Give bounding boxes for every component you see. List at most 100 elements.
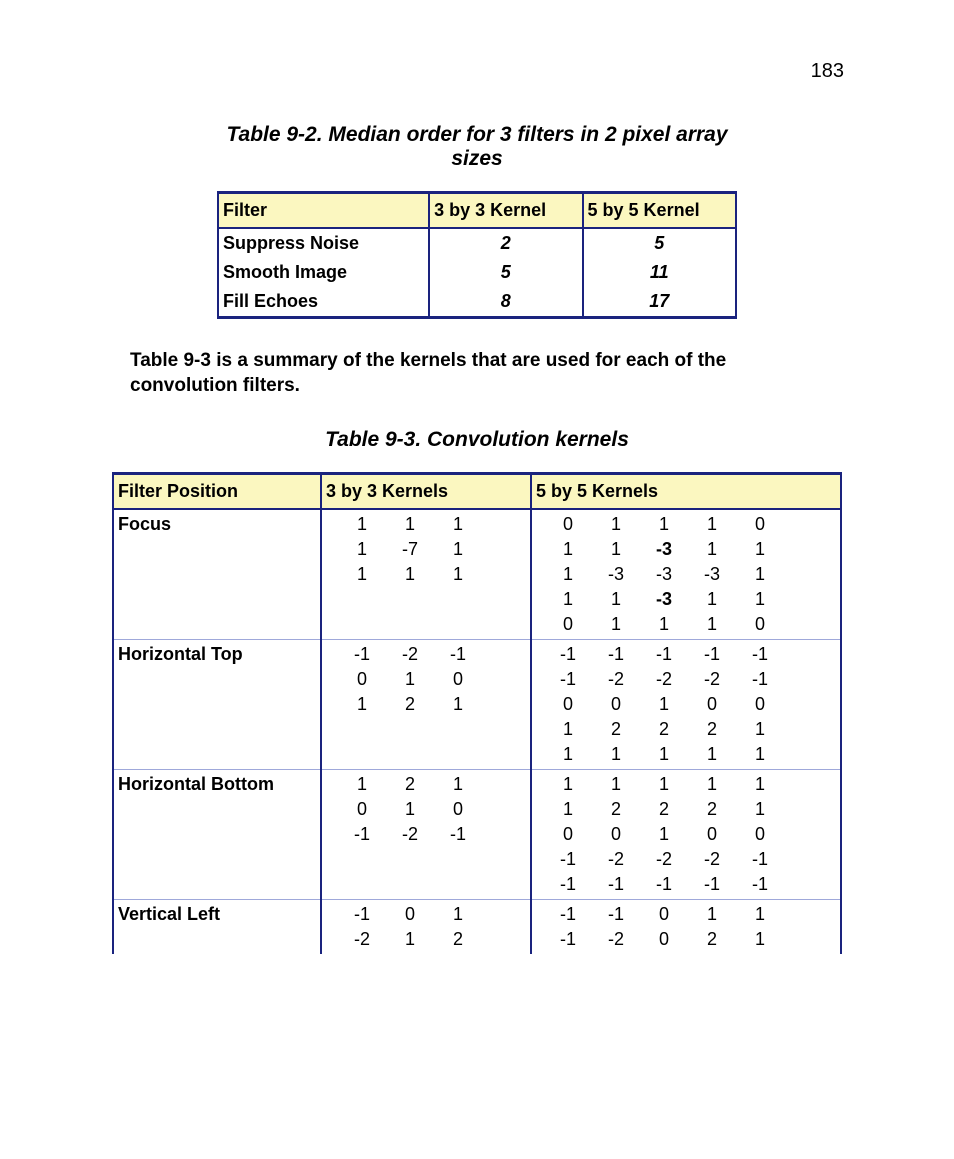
kernel-value: 0 [640, 904, 688, 925]
kernel-value: 1 [592, 589, 640, 610]
kernel-value: -1 [434, 644, 482, 665]
kernel-value: 1 [640, 824, 688, 845]
kernel-value: -2 [386, 824, 434, 845]
kernel-value: -3 [592, 564, 640, 585]
table-row: Horizontal Bottom121010-1-2-111111122210… [113, 770, 841, 900]
kernel-value: -1 [736, 644, 784, 665]
kernel-value: -1 [544, 669, 592, 690]
t93-filter-position: Vertical Left [113, 900, 321, 955]
kernel-value: 1 [640, 744, 688, 765]
kernel-value: 0 [592, 694, 640, 715]
table-row: Horizontal Top-1-2-1010121-1-1-1-1-1-1-2… [113, 640, 841, 770]
kernel-value: 1 [736, 929, 784, 950]
kernel-value: 1 [688, 744, 736, 765]
kernel-value: -1 [338, 904, 386, 925]
kernel-value: 1 [544, 589, 592, 610]
kernel-value: -2 [338, 929, 386, 950]
kernel-value: 2 [688, 929, 736, 950]
kernel-value: 0 [592, 824, 640, 845]
kernel-value: 1 [386, 669, 434, 690]
table-93: Filter Position 3 by 3 Kernels 5 by 5 Ke… [112, 472, 842, 954]
t92-row-label: Smooth Image [218, 258, 429, 287]
kernel-value: -2 [592, 849, 640, 870]
t93-header-filter-position: Filter Position [113, 474, 321, 510]
table-row: Vertical Left-101-212-1-1011-1-2021 [113, 900, 841, 955]
kernel-value: 1 [386, 564, 434, 585]
t92-value-3x3: 2 [429, 228, 582, 258]
kernel-value: 1 [688, 514, 736, 535]
kernel-value: 0 [688, 694, 736, 715]
kernel-value: 1 [544, 719, 592, 740]
t92-header-3x3: 3 by 3 Kernel [429, 193, 582, 229]
table-92-caption: Table 9-2. Median order for 3 filters in… [217, 123, 737, 171]
t93-kernel-5x5: 111111222100100-1-2-2-2-1-1-1-1-1-1 [531, 770, 841, 900]
t92-row-label: Suppress Noise [218, 228, 429, 258]
table-row: Focus1111-711110111011-3111-3-3-3111-311… [113, 509, 841, 640]
kernel-value: 0 [338, 669, 386, 690]
kernel-value: -1 [736, 849, 784, 870]
kernel-value: 1 [640, 774, 688, 795]
kernel-value: -1 [736, 874, 784, 895]
kernel-value: 1 [736, 589, 784, 610]
t92-value-5x5: 17 [583, 287, 736, 318]
kernel-value: 2 [592, 799, 640, 820]
kernel-value: 2 [386, 774, 434, 795]
kernel-value: 0 [736, 514, 784, 535]
kernel-value: 1 [736, 904, 784, 925]
kernel-value: 1 [544, 799, 592, 820]
table-93-caption: Table 9-3. Convolution kernels [110, 428, 844, 452]
kernel-value: 1 [338, 539, 386, 560]
kernel-value: 0 [434, 799, 482, 820]
kernel-value: 1 [592, 514, 640, 535]
t92-value-5x5: 5 [583, 228, 736, 258]
t93-kernel-5x5: -1-1011-1-2021 [531, 900, 841, 955]
kernel-value: -2 [688, 849, 736, 870]
kernel-value: -1 [640, 874, 688, 895]
t93-filter-position: Horizontal Bottom [113, 770, 321, 900]
kernel-value: 1 [592, 774, 640, 795]
kernel-value: 1 [338, 774, 386, 795]
kernel-value: 1 [592, 614, 640, 635]
kernel-value: -1 [544, 849, 592, 870]
kernel-value: 2 [592, 719, 640, 740]
kernel-value: 1 [736, 719, 784, 740]
kernel-value: 1 [640, 694, 688, 715]
kernel-value: 1 [338, 564, 386, 585]
kernel-value: -3 [640, 589, 688, 610]
t92-value-3x3: 5 [429, 258, 582, 287]
kernel-value: 1 [688, 904, 736, 925]
kernel-value: 2 [640, 719, 688, 740]
t93-filter-position: Horizontal Top [113, 640, 321, 770]
t93-header-3x3: 3 by 3 Kernels [321, 474, 531, 510]
kernel-value: 1 [736, 539, 784, 560]
t93-filter-position: Focus [113, 509, 321, 640]
t93-kernel-3x3: 121010-1-2-1 [321, 770, 531, 900]
kernel-value: -2 [640, 849, 688, 870]
intertext-paragraph: Table 9-3 is a summary of the kernels th… [130, 349, 824, 398]
kernel-value: 1 [338, 694, 386, 715]
kernel-value: 2 [688, 799, 736, 820]
kernel-value: 0 [736, 694, 784, 715]
kernel-value: 1 [544, 744, 592, 765]
kernel-value: 1 [592, 744, 640, 765]
kernel-value: 0 [386, 904, 434, 925]
kernel-value: 1 [736, 774, 784, 795]
kernel-value: 1 [592, 539, 640, 560]
table-92: Filter 3 by 3 Kernel 5 by 5 Kernel Suppr… [217, 191, 737, 319]
t93-header-5x5: 5 by 5 Kernels [531, 474, 841, 510]
kernel-value: 1 [688, 589, 736, 610]
kernel-value: 1 [434, 564, 482, 585]
kernel-value: 1 [688, 539, 736, 560]
t92-value-5x5: 11 [583, 258, 736, 287]
kernel-value: -1 [592, 904, 640, 925]
kernel-value: -2 [688, 669, 736, 690]
kernel-value: -2 [386, 644, 434, 665]
kernel-value: 1 [640, 514, 688, 535]
kernel-value: 0 [434, 669, 482, 690]
kernel-value: 1 [338, 514, 386, 535]
table-row: Suppress Noise25 [218, 228, 736, 258]
kernel-value: -3 [688, 564, 736, 585]
t92-header-5x5: 5 by 5 Kernel [583, 193, 736, 229]
kernel-value: -3 [640, 564, 688, 585]
kernel-value: 1 [434, 539, 482, 560]
